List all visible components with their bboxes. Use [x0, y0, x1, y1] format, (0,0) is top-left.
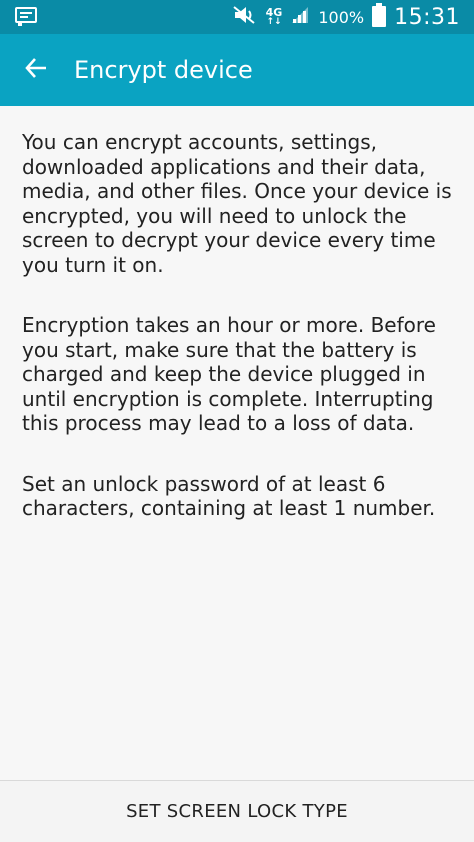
page-title: Encrypt device	[74, 56, 253, 84]
network-type: 4G ↑↓	[266, 7, 283, 27]
status-icons: 4G ↑↓ 100% 15:31	[232, 0, 460, 34]
back-button[interactable]	[14, 48, 58, 92]
set-screen-lock-type-label: SET SCREEN LOCK TYPE	[126, 801, 348, 822]
description-paragraph-1: You can encrypt accounts, settings, down…	[22, 130, 452, 277]
network-activity-icon: ↑↓	[266, 17, 282, 27]
description-content: You can encrypt accounts, settings, down…	[22, 130, 458, 557]
back-arrow-icon	[24, 56, 48, 84]
status-bar: 4G ↑↓ 100% 15:31	[0, 0, 474, 34]
notification-icon	[14, 6, 38, 28]
battery-icon	[372, 3, 387, 31]
set-screen-lock-type-button[interactable]: SET SCREEN LOCK TYPE	[0, 780, 474, 842]
description-paragraph-3: Set an unlock password of at least 6 cha…	[22, 471, 436, 521]
app-bar: Encrypt device	[0, 34, 474, 106]
battery-percent: 100%	[318, 7, 365, 27]
mute-icon	[232, 5, 258, 29]
signal-icon	[290, 5, 310, 29]
clock: 15:31	[394, 4, 460, 30]
description-paragraph-2: Encryption takes an hour or more. Before…	[22, 313, 436, 435]
